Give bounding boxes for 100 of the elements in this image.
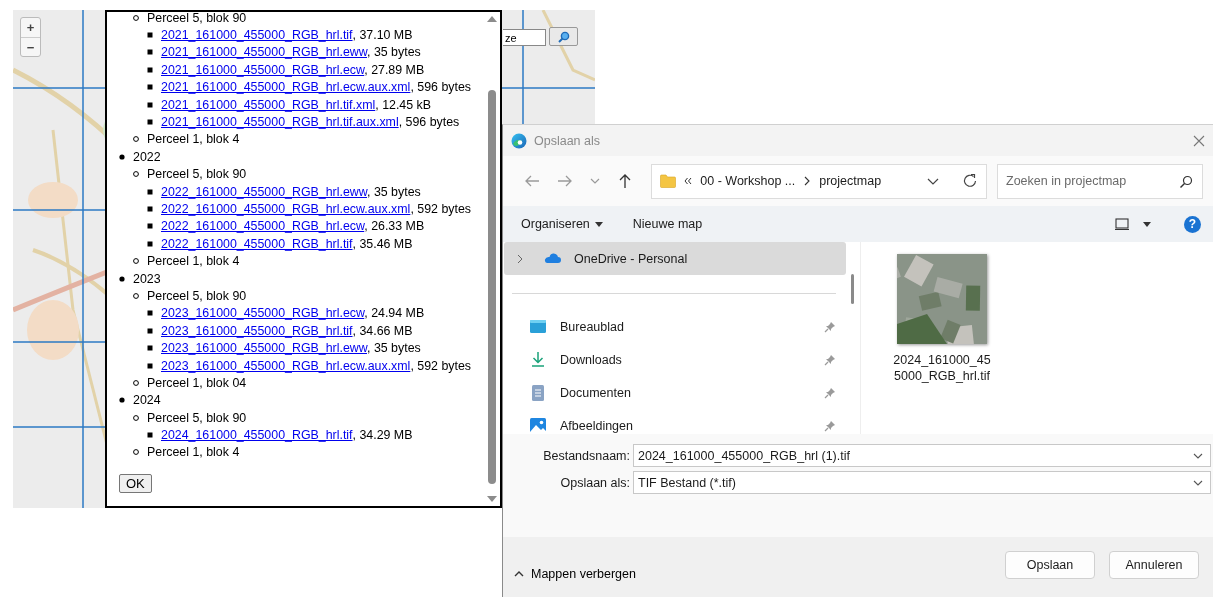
double-chevron-icon [684,177,693,185]
file-link[interactable]: 2021_161000_455000_RGB_hrl.tif.aux.xml [161,115,399,130]
file-name-field[interactable]: 2024_161000_455000_RGB_hrl (1).tif [633,444,1211,467]
tree-label: Perceel 5, blok 90 [147,167,247,182]
bullet-icon [133,136,139,143]
search-button[interactable] [549,27,578,46]
field-label: Opslaan als: [559,475,630,490]
file-entry: 2022_161000_455000_RGB_hrl.eww, 35 bytes [161,184,421,199]
file-entry: 2022_161000_455000_RGB_hrl.ecw, 26.33 MB [161,219,425,234]
bullet-icon [133,449,139,456]
chevron-right-icon[interactable] [516,253,524,264]
bullet-icon [147,188,153,195]
field-label: Bestandsnaam: [542,448,630,463]
bullet-icon [147,327,153,334]
file-entry: 2023_161000_455000_RGB_hrl.ecw, 24.94 MB [161,306,425,321]
bullet-icon [147,119,153,126]
bullet-icon [147,223,153,230]
file-link[interactable]: 2023_161000_455000_RGB_hrl.eww [161,341,367,356]
document-icon [529,383,547,402]
save-button[interactable]: Opslaan [1005,551,1095,579]
file-entry: 2022_161000_455000_RGB_hrl.ecw.aux.xml, 592 bytes [161,202,471,216]
organize-menu[interactable]: Organiseren [521,217,603,231]
nav-item[interactable]: Afbeeldingen [504,409,846,434]
nav-item[interactable]: Documenten [504,376,846,409]
breadcrumb[interactable]: 00 - Workshop ... [700,174,796,188]
bullet-icon [133,379,139,386]
tree-label: 2022 [133,149,161,164]
address-bar[interactable]: 00 - Workshop ... projectmap [651,163,987,199]
caret-down-icon [1143,221,1151,227]
search-icon [1179,174,1193,189]
new-folder-button[interactable]: Nieuwe map [632,217,703,231]
bullet-icon [133,258,139,265]
bullet-icon [133,14,139,21]
bullet-icon [147,345,153,352]
zoom-in-button[interactable]: + [21,18,40,37]
breadcrumb[interactable]: projectmap [819,174,882,188]
close-icon[interactable] [1193,134,1205,147]
file-entry: 2023_161000_455000_RGB_hrl.ecw.aux.xml, 592 bytes [161,358,471,373]
hide-folders-button[interactable]: Mappen verbergen [513,567,991,581]
refresh-icon[interactable] [962,173,978,189]
bullet-icon [147,101,153,108]
bullet-icon [119,397,125,404]
file-name: 2024_161000_455000_RGB_hrl.tif [892,352,992,384]
file-entry: 2021_161000_455000_RGB_hrl.tif.xml, 12.45 kB [161,97,432,112]
search-icon [557,30,570,43]
tree-label: Perceel 5, blok 90 [147,12,247,25]
file-entry: 2024_161000_455000_RGB_hrl.tif, 34.29 MB [161,428,413,443]
help-button[interactable]: ? [1184,215,1201,233]
cancel-button[interactable]: Annuleren [1109,551,1199,579]
file-entry: 2021_161000_455000_RGB_hrl.eww, 35 bytes [161,45,421,60]
bullet-icon [147,84,153,91]
bullet-icon [147,240,153,247]
bullet-icon [147,432,153,439]
bullet-icon [119,153,125,160]
ok-button[interactable]: OK [119,474,152,494]
file-link[interactable]: 2022_161000_455000_RGB_hrl.eww [161,184,367,199]
file-link[interactable]: 2024_161000_455000_RGB_hrl.tif [161,428,353,443]
file-link[interactable]: 2021_161000_455000_RGB_hrl.eww [161,45,367,60]
back-arrow-icon [523,173,540,189]
folder-icon [660,174,677,188]
bullet-icon [147,206,153,212]
tree-label: Perceel 1, blok 4 [147,445,240,460]
file-entry: 2021_161000_455000_RGB_hrl.ecw.aux.xml, 596 bytes [161,80,471,95]
tree-label: 2023 [133,271,161,286]
tree-label: 2024 [133,393,161,408]
bullet-icon [147,66,153,73]
search-field[interactable]: ze [503,29,546,46]
nav-item[interactable]: OneDrive - Personal [504,242,846,275]
caret-down-icon [594,221,603,227]
desktop-icon [529,317,547,336]
file-type-dropdown[interactable]: TIF Bestand (*.tif) [633,471,1211,494]
app-icon [511,132,527,149]
bullet-icon [133,292,139,299]
tree-label: Perceel 1, blok 4 [147,254,240,269]
chevron-right-icon [803,176,812,186]
file-entry: 2021_161000_455000_RGB_hrl.tif, 37.10 MB [161,28,413,43]
download-icon [529,350,547,369]
search-field[interactable]: Zoeken in projectmap [997,163,1203,199]
zoom-out-button[interactable]: − [21,37,40,56]
file-entry: 2022_161000_455000_RGB_hrl.tif, 35.46 MB [161,236,413,251]
bullet-icon [147,362,153,369]
tree-label: Perceel 5, blok 90 [147,410,247,425]
bullet-icon [147,32,153,39]
window-title: Opslaan als [534,133,601,148]
file-entry: 2023_161000_455000_RGB_hrl.tif, 34.66 MB [161,323,413,338]
view-menu[interactable] [1115,218,1151,230]
tree-label: Perceel 1, blok 4 [147,132,240,147]
file-item[interactable]: 2024_161000_455000_RGB_hrl.tif [886,254,998,434]
file-entry: 2021_161000_455000_RGB_hrl.tif.aux.xml, 596 bytes [161,115,460,130]
file-entry: 2021_161000_455000_RGB_hrl.ecw, 27.89 MB [161,62,425,77]
bullet-icon [119,275,125,282]
bullet-icon [147,49,153,56]
nav-item[interactable]: Downloads [504,343,846,376]
file-link[interactable]: 2023_161000_455000_RGB_hrl.tif [161,323,353,338]
nav-item[interactable]: Bureaublad [504,310,846,343]
bullet-icon [133,414,139,421]
file-link[interactable]: 2021_161000_455000_RGB_hrl.tif [161,28,353,43]
bullet-icon [147,310,153,317]
tree-label: Perceel 1, blok 04 [147,375,247,390]
file-link[interactable]: 2022_161000_455000_RGB_hrl.tif [161,236,353,251]
